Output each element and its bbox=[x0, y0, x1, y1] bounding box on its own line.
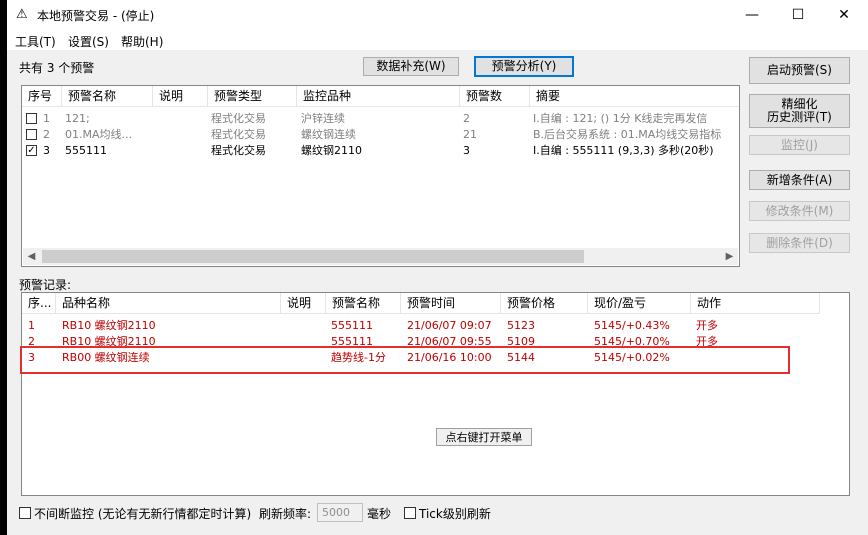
refine-label-line2: 历史测评(T) bbox=[767, 110, 832, 124]
alert-symbol: 螺纹钢2110 bbox=[301, 144, 362, 157]
horizontal-scrollbar[interactable]: ◀ ▶ bbox=[23, 248, 738, 265]
record-alert: 555111 bbox=[331, 319, 373, 332]
alerts-header-no[interactable]: 序号 bbox=[22, 86, 62, 107]
records-header-current[interactable]: 现价/盈亏 bbox=[588, 293, 691, 314]
alert-summary: I.自编 : 121; () 1分 K线走完再发信 bbox=[533, 112, 708, 125]
window-title: 本地预警交易 - (停止) bbox=[37, 9, 155, 23]
alert-no: 2 bbox=[43, 128, 50, 141]
continuous-monitor-checkbox[interactable] bbox=[19, 507, 31, 519]
alert-summary: B.后台交易系统 : 01.MA均线交易指标 bbox=[533, 128, 722, 141]
modify-condition-button[interactable]: 修改条件(M) bbox=[749, 201, 850, 221]
alerts-row[interactable]: 1 121; 程式化交易 沪锌连续 2 I.自编 : 121; () 1分 K线… bbox=[22, 112, 739, 126]
scroll-left-icon[interactable]: ◀ bbox=[23, 248, 40, 265]
alert-count: 21 bbox=[463, 128, 477, 141]
tick-refresh-checkbox[interactable] bbox=[404, 507, 416, 519]
monitor-button[interactable]: 监控(J) bbox=[749, 135, 850, 155]
refresh-label: 刷新频率: bbox=[259, 507, 312, 521]
record-time: 21/06/07 09:07 bbox=[407, 319, 492, 332]
menu-settings[interactable]: 设置(S) bbox=[68, 33, 109, 50]
maximize-button[interactable]: ☐ bbox=[775, 0, 821, 30]
records-header-action[interactable]: 动作 bbox=[691, 293, 820, 314]
scroll-right-icon[interactable]: ▶ bbox=[721, 248, 738, 265]
alert-count-label: 共有 3 个预警 bbox=[19, 61, 95, 75]
alert-name: 555111 bbox=[65, 144, 107, 157]
records-header-time[interactable]: 预警时间 bbox=[401, 293, 501, 314]
records-header-price[interactable]: 预警价格 bbox=[501, 293, 588, 314]
alert-type: 程式化交易 bbox=[211, 144, 266, 157]
menu-bar: 工具(T) 设置(S) 帮助(H) bbox=[7, 30, 868, 50]
scroll-thumb[interactable] bbox=[42, 250, 584, 263]
alert-summary: I.自编 : 555111 (9,3,3) 多秒(20秒) bbox=[533, 144, 714, 157]
alert-analysis-button[interactable]: 预警分析(Y) bbox=[474, 56, 574, 77]
data-supplement-button[interactable]: 数据补充(W) bbox=[363, 57, 459, 76]
highlight-box bbox=[20, 346, 790, 374]
menu-tools[interactable]: 工具(T) bbox=[15, 33, 56, 50]
tick-refresh-label: Tick级别刷新 bbox=[419, 507, 491, 521]
alerts-header-type[interactable]: 预警类型 bbox=[208, 86, 297, 107]
alert-checkbox[interactable] bbox=[26, 113, 37, 124]
start-alert-button[interactable]: 启动预警(S) bbox=[749, 57, 850, 84]
alerts-row[interactable]: ✓ 3 555111 程式化交易 螺纹钢2110 3 I.自编 : 555111… bbox=[22, 144, 739, 158]
refresh-interval-input[interactable]: 5000 bbox=[317, 503, 363, 522]
alert-count: 2 bbox=[463, 112, 470, 125]
title-bar: ⚠ 本地预警交易 - (停止) — ☐ ✕ bbox=[7, 0, 868, 30]
alert-name: 01.MA均线... bbox=[65, 128, 132, 141]
refresh-unit: 毫秒 bbox=[367, 507, 392, 521]
records-label: 预警记录: bbox=[19, 278, 72, 292]
records-table[interactable]: 序... 品种名称 说明 预警名称 预警时间 预警价格 现价/盈亏 动作 1 R… bbox=[21, 292, 850, 496]
records-header-alert[interactable]: 预警名称 bbox=[326, 293, 401, 314]
record-row[interactable]: 1 RB10 螺纹钢2110 555111 21/06/07 09:07 512… bbox=[22, 319, 849, 333]
alert-type: 程式化交易 bbox=[211, 112, 266, 125]
record-current: 5145/+0.43% bbox=[594, 319, 670, 332]
context-menu-hint: 点右键打开菜单 bbox=[436, 428, 532, 446]
alerts-table[interactable]: 序号 预警名称 说明 预警类型 监控品种 预警数 摘要 1 121; 程式化交易… bbox=[21, 85, 740, 267]
alert-count: 3 bbox=[463, 144, 470, 157]
close-button[interactable]: ✕ bbox=[821, 0, 867, 30]
continuous-monitor-label: 不间断监控 (无论有无新行情都定时计算) bbox=[34, 507, 252, 521]
delete-condition-button[interactable]: 删除条件(D) bbox=[749, 233, 850, 253]
alerts-header-count[interactable]: 预警数 bbox=[460, 86, 530, 107]
records-header-desc[interactable]: 说明 bbox=[281, 293, 326, 314]
alert-name: 121; bbox=[65, 112, 90, 125]
app-window: ⚠ 本地预警交易 - (停止) — ☐ ✕ 工具(T) 设置(S) 帮助(H) … bbox=[7, 0, 868, 535]
app-icon: ⚠ bbox=[16, 7, 28, 22]
alert-no: 1 bbox=[43, 112, 50, 125]
alert-type: 程式化交易 bbox=[211, 128, 266, 141]
alert-checkbox[interactable] bbox=[26, 129, 37, 140]
record-symbol: RB10 螺纹钢2110 bbox=[62, 319, 156, 332]
add-condition-button[interactable]: 新增条件(A) bbox=[749, 170, 850, 190]
alerts-header-symbol[interactable]: 监控品种 bbox=[297, 86, 460, 107]
refine-backtest-button[interactable]: 精细化 历史测评(T) bbox=[749, 94, 850, 128]
alert-no: 3 bbox=[43, 144, 50, 157]
record-action: 开多 bbox=[696, 319, 718, 332]
menu-help[interactable]: 帮助(H) bbox=[121, 33, 163, 50]
record-no: 1 bbox=[28, 319, 35, 332]
alerts-header-desc[interactable]: 说明 bbox=[153, 86, 208, 107]
minimize-button[interactable]: — bbox=[729, 0, 775, 30]
alerts-header-summary[interactable]: 摘要 bbox=[530, 86, 739, 107]
record-price: 5123 bbox=[507, 319, 535, 332]
records-header-no[interactable]: 序... bbox=[22, 293, 56, 314]
alerts-row[interactable]: 2 01.MA均线... 程式化交易 螺纹钢连续 21 B.后台交易系统 : 0… bbox=[22, 128, 739, 142]
alert-symbol: 螺纹钢连续 bbox=[301, 128, 356, 141]
alerts-header-name[interactable]: 预警名称 bbox=[62, 86, 153, 107]
background-strip bbox=[0, 0, 7, 535]
alert-checkbox-checked[interactable]: ✓ bbox=[26, 145, 37, 156]
records-header-symbol[interactable]: 品种名称 bbox=[56, 293, 281, 314]
alert-symbol: 沪锌连续 bbox=[301, 112, 345, 125]
